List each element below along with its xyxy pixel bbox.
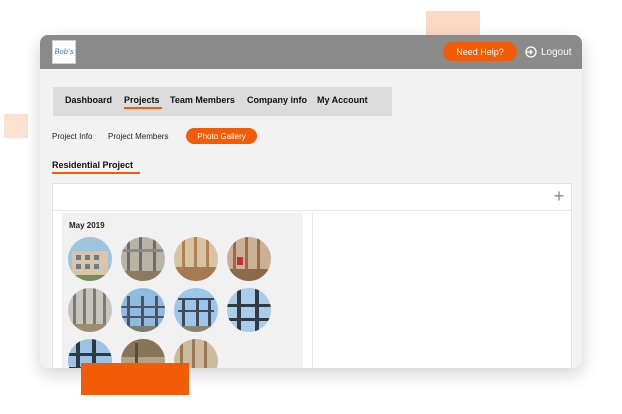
nav-my-account[interactable]: My Account bbox=[317, 95, 368, 105]
top-bar: Bob's Need Help? Logout bbox=[40, 35, 582, 69]
photo-thumbnail[interactable] bbox=[68, 237, 112, 281]
nav-active-indicator bbox=[124, 107, 162, 109]
tab-project-members[interactable]: Project Members bbox=[108, 132, 168, 141]
logout-icon bbox=[525, 46, 537, 58]
main-nav: Dashboard Projects Team Members Company … bbox=[53, 87, 392, 116]
decorative-block-bottom bbox=[81, 363, 189, 395]
photo-thumbnail[interactable] bbox=[227, 237, 271, 281]
app-window: Bob's Need Help? Logout Dashboard Projec… bbox=[40, 35, 582, 368]
plus-icon[interactable]: + bbox=[551, 187, 567, 205]
column-divider bbox=[312, 213, 313, 368]
photo-thumbnail[interactable] bbox=[121, 237, 165, 281]
photo-thumbnail[interactable] bbox=[227, 288, 271, 332]
section-title-underline bbox=[52, 172, 140, 174]
nav-dashboard[interactable]: Dashboard bbox=[65, 95, 112, 105]
panel-divider bbox=[53, 210, 571, 211]
logout-button[interactable]: Logout bbox=[525, 43, 572, 61]
nav-team-members[interactable]: Team Members bbox=[170, 95, 235, 105]
need-help-button[interactable]: Need Help? bbox=[443, 42, 517, 61]
nav-company-info[interactable]: Company info bbox=[247, 95, 307, 105]
company-logo[interactable]: Bob's bbox=[52, 40, 76, 64]
decorative-block-left bbox=[4, 114, 28, 138]
tab-photo-gallery[interactable]: Photo Gallery bbox=[186, 128, 257, 144]
section-title: Residential Project bbox=[52, 160, 134, 170]
photo-thumbnail[interactable] bbox=[174, 237, 218, 281]
gallery-panel: + May 2019 bbox=[52, 183, 572, 368]
album-title: May 2019 bbox=[69, 221, 105, 230]
photo-thumbnail[interactable] bbox=[174, 288, 218, 332]
logout-label: Logout bbox=[541, 46, 572, 58]
photo-thumbnail[interactable] bbox=[121, 288, 165, 332]
album-card[interactable]: May 2019 bbox=[62, 213, 303, 368]
tab-project-info[interactable]: Project Info bbox=[52, 132, 92, 141]
nav-projects[interactable]: Projects bbox=[124, 95, 160, 105]
photo-thumbnail[interactable] bbox=[68, 288, 112, 332]
logo-text: Bob's bbox=[54, 47, 74, 56]
